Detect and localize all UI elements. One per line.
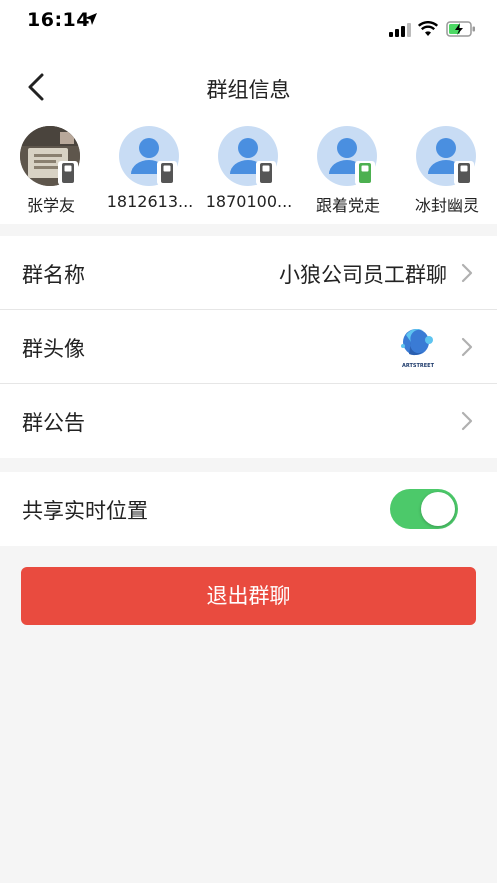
device-badge (157, 161, 177, 185)
device-icon (458, 163, 470, 183)
member-name: 跟着党走 (315, 196, 380, 215)
navigation-bar: 群组信息 (0, 60, 497, 114)
member-item[interactable]: 跟着党走 (293, 126, 403, 218)
device-badge (454, 161, 474, 185)
member-name: 1812613... (106, 192, 194, 211)
device-badge (355, 161, 375, 185)
group-settings-section: 群名称 小狼公司员工群聊 群头像 ARTSTREET 群公告 (0, 236, 497, 458)
group-avatar-row[interactable]: 群头像 ARTSTREET (0, 310, 497, 384)
location-sharing-toggle[interactable] (390, 489, 458, 529)
group-name-row[interactable]: 群名称 小狼公司员工群聊 (0, 236, 497, 310)
group-avatar-label: 群头像 (22, 337, 85, 361)
page-title: 群组信息 (206, 78, 291, 102)
location-sharing-section: 共享实时位置 (0, 472, 497, 546)
group-notice-label: 群公告 (22, 411, 85, 435)
device-badge (58, 161, 78, 185)
group-name-value: 小狼公司员工群聊 (279, 263, 447, 287)
chevron-right-icon (461, 337, 473, 357)
member-item[interactable]: 张学友 (0, 126, 106, 218)
member-name: 1870100... (205, 192, 293, 211)
chevron-right-icon (461, 411, 473, 431)
location-sharing-label: 共享实时位置 (22, 499, 148, 523)
group-avatar-logo-text: ARTSTREET (402, 363, 435, 369)
status-time: 16:14 (27, 9, 90, 31)
device-icon (359, 163, 371, 183)
wifi-icon (418, 21, 438, 36)
member-name: 冰封幽灵 (414, 196, 479, 215)
device-icon (260, 163, 272, 183)
member-list: 张学友 1812613... 1870100... 跟着党走 冰封幽灵 (0, 126, 497, 222)
member-item[interactable]: 1812613... (95, 126, 205, 218)
signal-icon (389, 23, 411, 37)
group-notice-row[interactable]: 群公告 (0, 384, 497, 458)
group-name-label: 群名称 (22, 263, 85, 287)
member-name: 张学友 (26, 196, 75, 215)
member-item[interactable]: 冰封幽灵 (392, 126, 497, 218)
chevron-right-icon (461, 263, 473, 283)
device-icon (161, 163, 173, 183)
location-sharing-row: 共享实时位置 (0, 472, 497, 546)
toggle-knob (421, 492, 455, 526)
device-icon (62, 163, 74, 183)
group-avatar-logo: ARTSTREET (401, 328, 435, 369)
exit-group-button[interactable]: 退出群聊 (21, 567, 476, 625)
status-bar: 16:14 (0, 0, 497, 44)
location-arrow-icon (85, 13, 97, 25)
battery-charging-icon (446, 21, 475, 37)
device-badge (256, 161, 276, 185)
member-item[interactable]: 1870100... (194, 126, 304, 218)
